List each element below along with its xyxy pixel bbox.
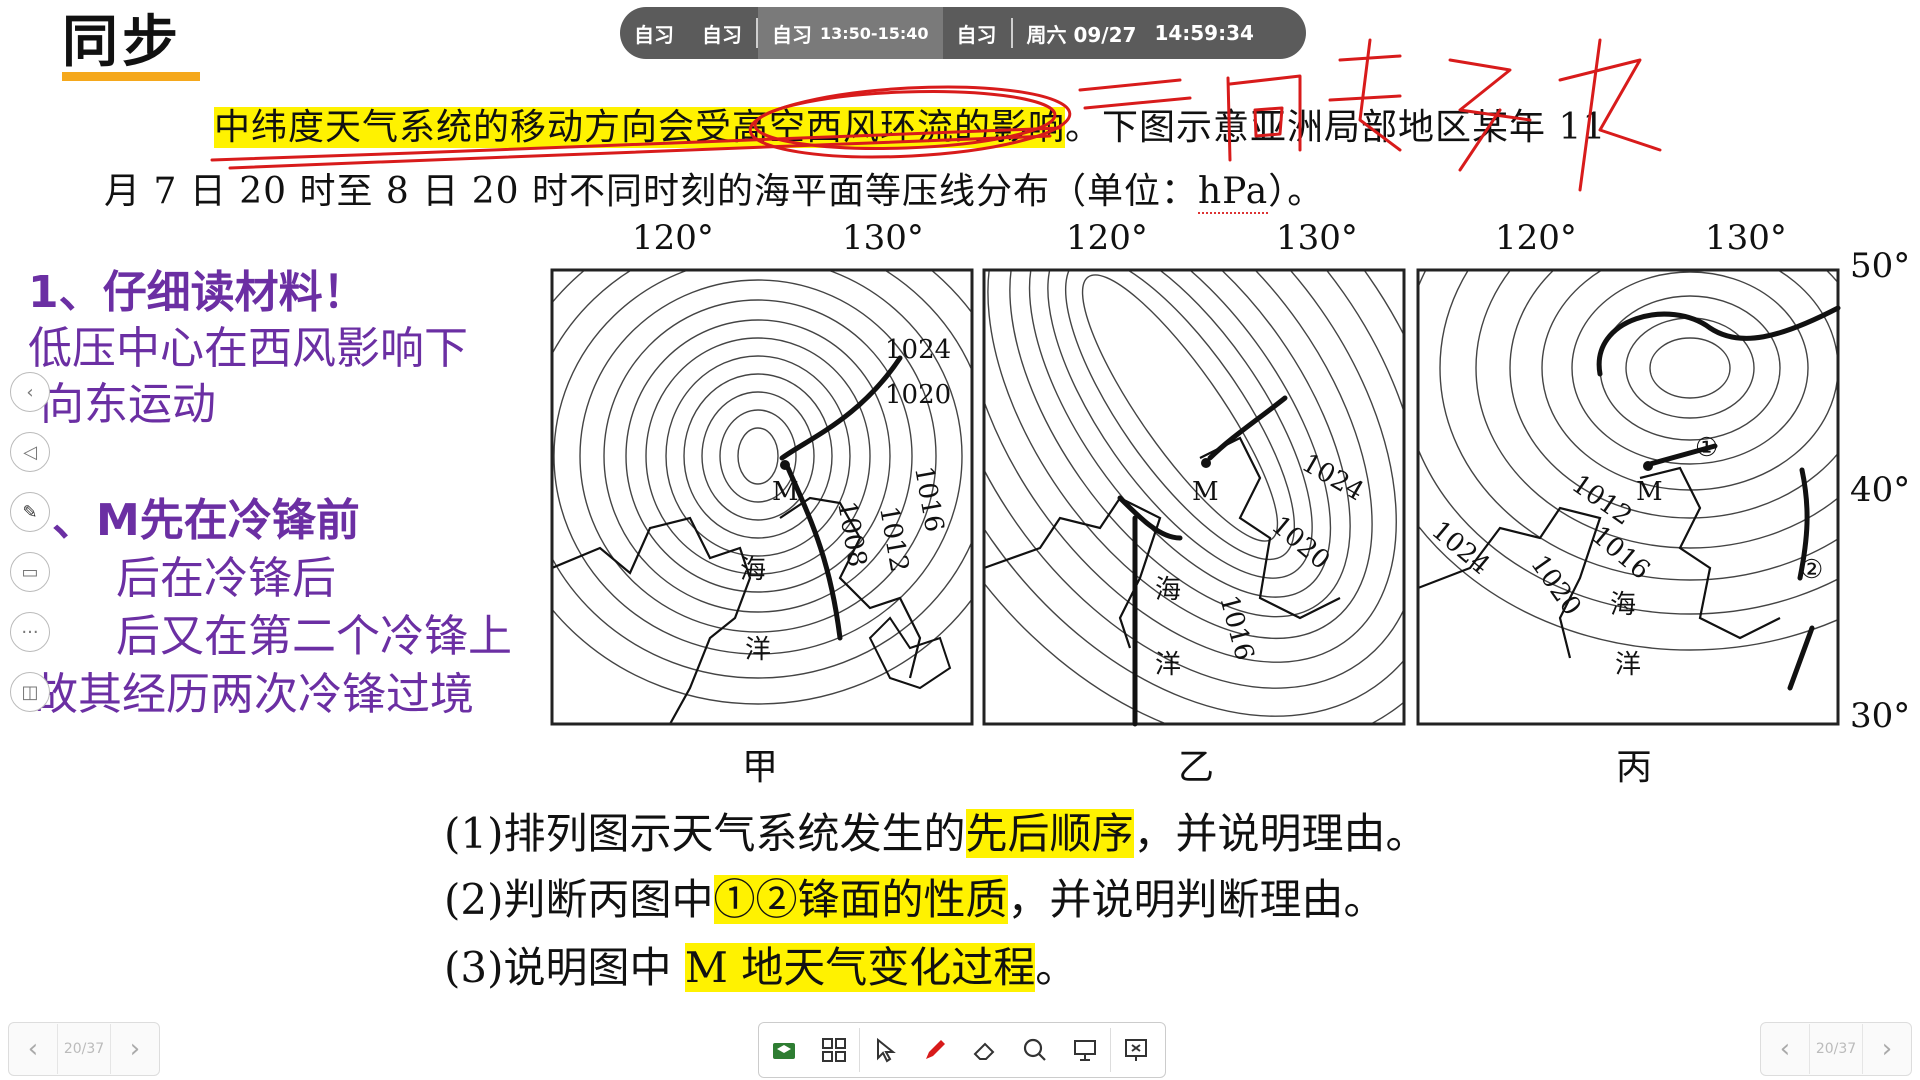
question-highlight: 先后顺序 [965,809,1134,858]
page-nav-right: ‹ 20/37 › [1760,1022,1912,1076]
question-2: (2)判断丙图中①②锋面的性质，并说明判断理由。 [444,866,1386,927]
page-nav-left: ‹ 20/37 › [8,1022,160,1076]
search-icon[interactable] [1010,1023,1060,1077]
sea-label: 洋 [1615,650,1641,680]
isobar-rings [552,270,972,705]
place-label: M [1192,477,1219,507]
question-text: (2)判断丙图中 [444,875,714,924]
pen-icon[interactable] [910,1023,960,1077]
isobar-label: 1020 [885,380,951,410]
question-text: (1)排列图示天气系统发生的 [444,809,966,858]
eraser-icon[interactable] [960,1023,1010,1077]
prev-icon[interactable]: ‹ [10,372,50,412]
page-indicator[interactable]: 20/37 [57,1024,111,1074]
cold-front [779,355,903,461]
question-text: ，并说明判断理由。 [1007,875,1386,924]
projector-icon[interactable] [1111,1023,1161,1077]
front-label: ② [1800,555,1823,585]
map-panel-jia [550,268,974,726]
isobar-figure: 120° 130° 120° 130° 120° 130° 50° 40° 30… [540,218,1920,788]
grid-icon[interactable] [809,1023,859,1077]
note-line: 低压中心在西风影响下 [28,323,468,374]
handwriting-stroke [1083,96,1192,110]
handwriting-stroke [1448,58,1532,172]
whiteboard-icon[interactable] [759,1023,809,1077]
panel-label: 丙 [1616,747,1653,788]
sea-label: 海 [740,555,766,585]
question-highlight: M 地天气变化过程 [684,943,1036,992]
pointer-icon[interactable] [860,1023,910,1077]
note-line: 、M先在冷锋前 [52,495,360,546]
question-text: (3)说明图中 [444,943,685,992]
isobar-label: 1024 [885,335,951,365]
isobar-rings [1418,270,1838,651]
more-icon[interactable]: ··· [10,612,50,652]
map-panel-bing [1416,268,1841,726]
isobar-label: 1008 [831,499,872,569]
point-m-marker [1201,458,1211,468]
question-highlight: ①②锋面的性质 [713,875,1008,924]
sea-label: 海 [1610,590,1636,620]
prev-page-button[interactable]: ‹ [1761,1024,1809,1074]
handwriting-stroke [1558,38,1662,192]
sea-label: 洋 [745,635,771,665]
underline-stroke [228,134,1052,170]
handwriting-stroke [1226,74,1302,162]
pen-icon[interactable]: ✎ [10,492,50,532]
note-line: 后在冷锋后 [116,553,336,604]
question-1: (1)排列图示天气系统发生的先后顺序，并说明理由。 [444,800,1428,861]
question-3: (3)说明图中 M 地天气变化过程。 [444,934,1077,995]
cold-front [1117,495,1183,541]
note-line: 故其经历两次冷锋过境 [34,669,474,720]
point-m-marker [780,460,790,470]
cold-front [1596,305,1841,377]
coastline [552,516,752,724]
panel-label: 乙 [1178,747,1215,788]
front-label: ① [1695,433,1718,463]
isobar-label: 1016 [908,464,949,534]
back-icon[interactable]: ◁ [10,432,50,472]
cold-front [1787,625,1815,691]
sea-label: 海 [1155,575,1181,605]
isobar-label: 1024 [1297,448,1369,507]
question-text: ，并说明理由。 [1133,809,1428,858]
isobar-maps: 1024 1020 1016 1012 1008 M 海 洋 1024 1020… [550,268,1841,727]
note-line: 后又在第二个冷锋上 [116,611,512,662]
place-label: M [772,477,799,507]
note-line: 1、仔细读材料！ [28,267,367,318]
bottom-toolbar [758,1022,1166,1078]
next-page-button[interactable]: › [1863,1024,1911,1074]
panel-label: 甲 [742,747,779,788]
point-m-marker [1643,461,1653,471]
screen-icon[interactable]: ▭ [10,552,50,592]
page-indicator[interactable]: 20/37 [1809,1024,1863,1074]
next-page-button[interactable]: › [111,1024,159,1074]
note-line: 向东运动 [40,379,216,430]
handwriting-stroke [1078,78,1182,92]
isobar-label: 1012 [873,504,914,574]
handwriting-stroke [1328,38,1402,152]
projector-icon[interactable]: ◫ [10,672,50,712]
place-label: M [1636,477,1663,507]
sea-label: 洋 [1155,650,1181,680]
prev-page-button[interactable]: ‹ [9,1024,57,1074]
display-icon[interactable] [1060,1023,1110,1077]
question-text: 。 [1035,943,1078,992]
